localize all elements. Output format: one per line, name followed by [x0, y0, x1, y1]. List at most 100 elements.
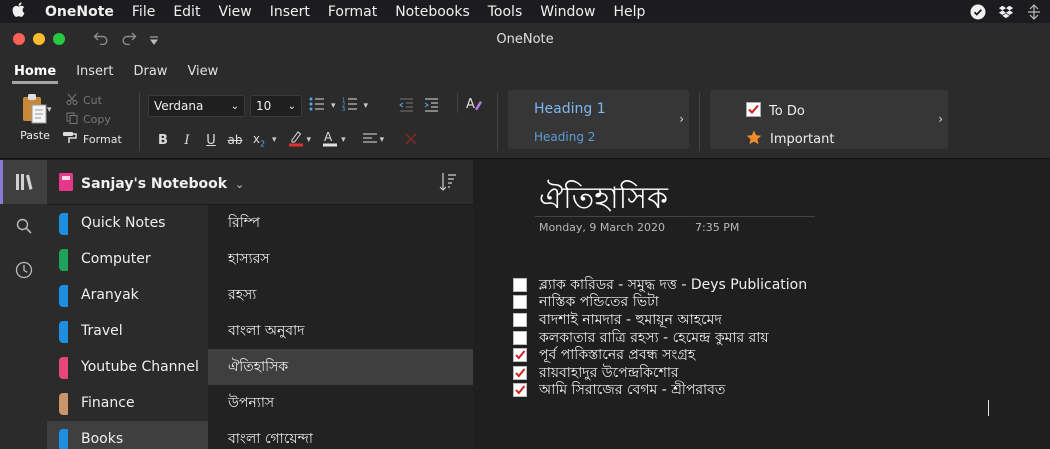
undo-icon[interactable]: [93, 30, 109, 49]
menu-view[interactable]: View: [209, 4, 260, 20]
tab-home[interactable]: Home: [4, 64, 66, 85]
checkbox-checked-icon[interactable]: [513, 365, 527, 380]
paste-button[interactable]: Paste: [12, 93, 58, 153]
notebook-picker[interactable]: Sanjay's Notebook ⌄: [59, 173, 244, 195]
menu-format[interactable]: Format: [319, 4, 386, 20]
copy-button[interactable]: Copy: [66, 112, 111, 127]
chevron-right-icon[interactable]: ›: [679, 112, 684, 126]
bold-icon[interactable]: B: [152, 133, 174, 148]
dropbox-icon[interactable]: [998, 4, 1014, 20]
apple-menu-icon[interactable]: [0, 2, 36, 21]
menu-file[interactable]: File: [123, 4, 164, 20]
page-item[interactable]: উপন্যাস: [208, 385, 473, 421]
menu-edit[interactable]: Edit: [164, 4, 209, 20]
section-tab-marker: [59, 393, 68, 415]
section-computer[interactable]: Computer: [47, 241, 208, 277]
chevron-down-icon[interactable]: ▾: [331, 101, 336, 111]
page-canvas[interactable]: ঐতিহাসিক Monday, 9 March 2020 7:35 PM ব্…: [473, 160, 1050, 449]
menu-insert[interactable]: Insert: [261, 4, 319, 20]
align-icon[interactable]: [362, 131, 378, 150]
scissors-icon: [66, 93, 78, 108]
checkbox-icon[interactable]: [513, 330, 527, 345]
subscript-icon[interactable]: x2: [248, 132, 270, 148]
section-label: Quick Notes: [81, 215, 166, 231]
chevron-down-icon[interactable]: ▾: [272, 135, 277, 145]
format-painter-button[interactable]: Format: [62, 131, 122, 147]
chevron-down-icon[interactable]: ▾: [341, 135, 346, 145]
page-title[interactable]: ঐতিহাসিক: [539, 174, 668, 225]
increase-indent-icon[interactable]: [424, 97, 439, 116]
chevron-down-icon[interactable]: ▾: [364, 101, 369, 111]
strikethrough-icon[interactable]: ab: [224, 133, 246, 147]
checkbox-icon[interactable]: [513, 277, 527, 292]
minimize-window-button[interactable]: [33, 33, 45, 45]
delete-icon[interactable]: [404, 131, 418, 150]
sort-pages-icon[interactable]: [439, 172, 457, 196]
zoom-window-button[interactable]: [53, 33, 65, 45]
font-name-value: Verdana: [154, 99, 204, 113]
section-aranyak[interactable]: Aranyak: [47, 277, 208, 313]
cut-button[interactable]: Cut: [66, 93, 102, 108]
chevron-down-icon[interactable]: ▾: [307, 135, 312, 145]
section-label: Books: [81, 431, 124, 447]
cut-label: Cut: [83, 94, 102, 107]
section-tab-marker: [59, 357, 68, 379]
page-item[interactable]: রিম্পি: [208, 205, 473, 241]
tab-insert[interactable]: Insert: [66, 64, 123, 85]
menu-window[interactable]: Window: [531, 4, 604, 20]
italic-icon[interactable]: I: [176, 133, 198, 148]
menu-app-name[interactable]: OneNote: [36, 4, 123, 20]
section-books[interactable]: Books: [47, 421, 208, 449]
checkbox-checked-icon[interactable]: [513, 348, 527, 363]
tag-todo[interactable]: To Do: [746, 102, 805, 121]
todo-item[interactable]: আমি সিরাজের বেগম - শ্রীপরাবত: [513, 382, 807, 400]
page-item[interactable]: বাংলা অনুবাদ: [208, 313, 473, 349]
chevron-down-icon[interactable]: ▾: [380, 135, 385, 145]
highlighter-icon[interactable]: [287, 129, 305, 151]
style-heading-2[interactable]: Heading 2: [534, 130, 595, 144]
numbered-list-icon[interactable]: 123: [342, 97, 358, 114]
tags-gallery[interactable]: To Do Important ›: [710, 90, 948, 149]
recent-notes-button[interactable]: [0, 248, 47, 292]
customize-toolbar-icon[interactable]: [149, 30, 159, 49]
decrease-indent-icon[interactable]: [399, 97, 414, 116]
tag-important[interactable]: Important: [746, 130, 834, 149]
menu-help[interactable]: Help: [604, 4, 654, 20]
style-heading-1[interactable]: Heading 1: [534, 101, 606, 117]
checkbox-icon[interactable]: [513, 312, 527, 327]
page-item[interactable]: হাস্যরস: [208, 241, 473, 277]
page-item[interactable]: বাংলা গোয়েন্দা: [208, 421, 473, 449]
tab-view[interactable]: View: [177, 64, 228, 85]
paste-options-chevron-icon[interactable]: ▾: [47, 105, 52, 115]
styles-gallery[interactable]: Heading 1 Heading 2 ›: [508, 90, 689, 149]
page-item-active[interactable]: ঐতিহাসিক: [208, 349, 473, 385]
ribbon-divider: [497, 93, 498, 151]
section-quick-notes[interactable]: Quick Notes: [47, 205, 208, 241]
font-color-icon[interactable]: A: [321, 129, 339, 151]
page-item[interactable]: রহস্য: [208, 277, 473, 313]
tab-draw[interactable]: Draw: [123, 64, 177, 85]
checkmark-badge-icon[interactable]: [970, 4, 986, 20]
tag-todo-label: To Do: [769, 104, 805, 119]
bullet-list-icon[interactable]: [309, 97, 325, 114]
page-date: Monday, 9 March 2020: [539, 221, 665, 234]
notebooks-button[interactable]: [0, 160, 47, 204]
checkbox-checked-icon[interactable]: [513, 383, 527, 398]
clear-formatting-icon[interactable]: A: [465, 95, 483, 117]
section-finance[interactable]: Finance: [47, 385, 208, 421]
checkbox-icon[interactable]: [513, 295, 527, 310]
section-youtube-channel[interactable]: Youtube Channel: [47, 349, 208, 385]
redo-icon[interactable]: [121, 30, 137, 49]
close-window-button[interactable]: [13, 33, 25, 45]
font-size-dropdown[interactable]: 10 ⌄: [250, 95, 302, 117]
chevron-right-icon[interactable]: ›: [938, 112, 943, 126]
section-travel[interactable]: Travel: [47, 313, 208, 349]
network-icon[interactable]: [1026, 3, 1042, 20]
search-button[interactable]: [0, 204, 47, 248]
font-name-dropdown[interactable]: Verdana ⌄: [148, 95, 245, 117]
window-controls: [13, 33, 65, 45]
underline-icon[interactable]: U: [200, 133, 222, 148]
paste-label: Paste: [20, 129, 50, 142]
menu-tools[interactable]: Tools: [479, 4, 532, 20]
menu-notebooks[interactable]: Notebooks: [386, 4, 479, 20]
